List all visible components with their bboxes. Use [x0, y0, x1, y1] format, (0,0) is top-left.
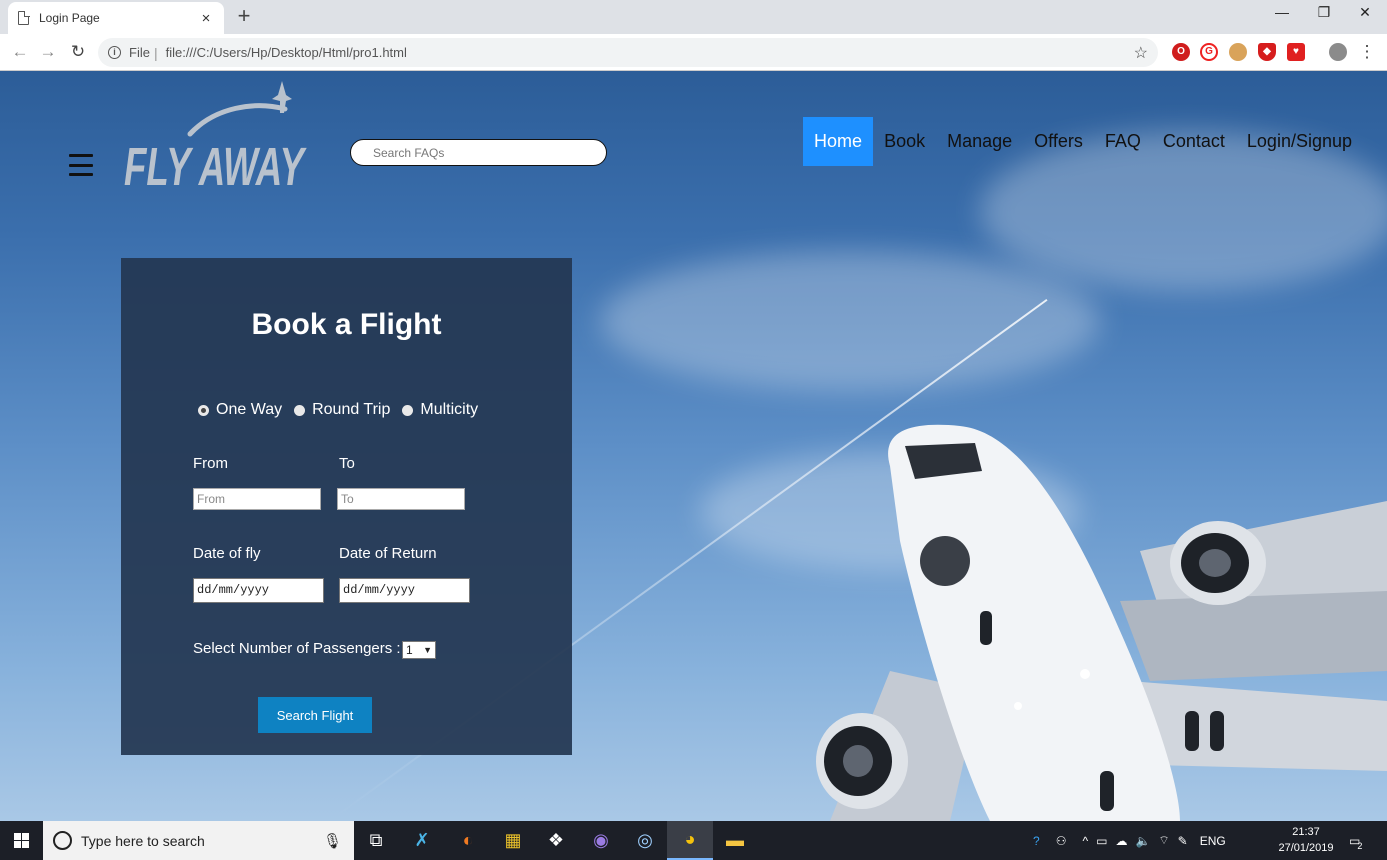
address-bar[interactable]: i File | file:///C:/Users/Hp/Desktop/Htm… — [98, 38, 1158, 67]
passengers-select[interactable]: 1 ▼ — [402, 641, 436, 659]
chevron-up-icon[interactable]: ^ — [1082, 834, 1088, 848]
app-icon-tool[interactable]: ✗ — [399, 821, 445, 860]
url-scheme: File — [129, 45, 150, 60]
reload-icon[interactable]: ↻ — [67, 41, 89, 63]
tab-close-icon[interactable]: × — [198, 10, 214, 27]
dropbox-icon[interactable]: ❖ — [533, 821, 579, 860]
booking-title: Book a Flight — [251, 308, 442, 341]
multicity-label[interactable]: Multicity — [420, 401, 478, 419]
battery-icon[interactable]: ▭ — [1096, 834, 1107, 848]
minimize-button[interactable]: — — [1267, 4, 1297, 20]
shield-extension-icon[interactable]: ◆ — [1258, 43, 1276, 61]
from-input[interactable] — [193, 488, 321, 510]
nav-login-signup[interactable]: Login/Signup — [1236, 117, 1363, 166]
to-input[interactable] — [337, 488, 465, 510]
url-text[interactable]: file:///C:/Users/Hp/Desktop/Html/pro1.ht… — [166, 45, 1134, 60]
eclipse-icon[interactable]: ◉ — [578, 821, 624, 860]
profile-avatar[interactable] — [1329, 43, 1347, 61]
trip-type-radio-group: One Way Round Trip Multicity — [198, 401, 490, 419]
page-icon — [18, 10, 30, 25]
new-tab-button[interactable]: + — [234, 4, 254, 28]
nav-contact[interactable]: Contact — [1152, 117, 1236, 166]
multicity-radio[interactable] — [402, 404, 414, 416]
browser-tab-strip: Login Page × + — ❐ ✕ — [0, 0, 1387, 34]
windows-taskbar: Type here to search 🎙 ⧉ ✗ ◐ ▦ ❖ ◉ ◎ ◕ ▬ … — [0, 821, 1387, 860]
search-faqs-input[interactable] — [350, 139, 607, 166]
date-of-fly-input[interactable]: dd/mm/yyyy — [193, 578, 324, 603]
round-trip-label[interactable]: Round Trip — [312, 401, 390, 419]
taskbar-search-placeholder: Type here to search — [81, 832, 205, 849]
taskbar-clock[interactable]: 21:37 27/01/2019 — [1276, 824, 1336, 856]
help-icon[interactable]: ? — [1033, 834, 1040, 848]
task-view-icon[interactable]: ⧉ — [353, 821, 399, 860]
booking-panel: Book a Flight One Way Round Trip Multici… — [121, 258, 572, 755]
taskbar-search-box[interactable]: Type here to search 🎙 — [43, 821, 354, 860]
system-tray: ? ⚇ ^ ▭ ☁ 🔈 ⌔ ✎ ENG — [1033, 821, 1226, 860]
pocket-extension-icon[interactable]: ♥ — [1287, 43, 1305, 61]
language-indicator[interactable]: ENG — [1200, 834, 1226, 848]
logo-text: FLY AWAY — [124, 137, 307, 191]
file-explorer-icon[interactable]: ▬ — [712, 821, 758, 860]
main-nav: Home Book Manage Offers FAQ Contact Logi… — [803, 117, 1363, 166]
nav-offers[interactable]: Offers — [1023, 117, 1094, 166]
nav-manage[interactable]: Manage — [936, 117, 1023, 166]
info-icon[interactable]: i — [108, 46, 121, 59]
nav-faq[interactable]: FAQ — [1094, 117, 1152, 166]
back-arrow-icon[interactable]: ← — [9, 41, 31, 63]
firefox-icon[interactable]: ◐ — [445, 821, 491, 860]
forward-arrow-icon[interactable]: → — [37, 41, 59, 63]
date-of-return-label: Date of Return — [339, 545, 437, 562]
microphone-icon[interactable]: 🎙 — [323, 832, 342, 850]
cloud-icon[interactable]: ☁ — [1115, 834, 1127, 848]
one-way-label[interactable]: One Way — [216, 401, 282, 419]
windows-logo-icon — [14, 833, 29, 848]
browser-tab[interactable]: Login Page × — [8, 2, 224, 34]
from-label: From — [193, 455, 228, 472]
menu-kebab-icon[interactable]: ⋮ — [1356, 41, 1378, 63]
pen-icon[interactable]: ✎ — [1178, 834, 1188, 848]
date-of-return-input[interactable]: dd/mm/yyyy — [339, 578, 470, 603]
nav-home[interactable]: Home — [803, 117, 874, 166]
cookie-extension-icon[interactable] — [1229, 43, 1247, 61]
volume-icon[interactable]: 🔈 — [1135, 834, 1150, 848]
passengers-value: 1 — [406, 643, 413, 657]
fly-away-logo[interactable]: FLY AWAY — [120, 79, 310, 197]
nav-book[interactable]: Book — [873, 117, 936, 166]
search-flight-button[interactable]: Search Flight — [258, 697, 372, 733]
action-center[interactable]: ▭ 2 — [1349, 821, 1362, 860]
notification-count: 2 — [1357, 840, 1363, 851]
people-icon[interactable]: ⚇ — [1056, 834, 1067, 848]
one-way-radio[interactable] — [198, 404, 209, 416]
to-label: To — [339, 455, 355, 472]
address-bar-row: ← → ↻ i File | file:///C:/Users/Hp/Deskt… — [0, 34, 1387, 71]
chrome-icon[interactable]: ◕ — [667, 821, 713, 860]
cortana-icon — [53, 831, 72, 850]
clock-time: 21:37 — [1292, 826, 1320, 838]
page-background: FLY AWAY Home Book Manage Offers FAQ Con… — [0, 71, 1387, 821]
date-of-fly-label: Date of fly — [193, 545, 261, 562]
grammar-extension-icon[interactable]: G — [1200, 43, 1218, 61]
maximize-button[interactable]: ❐ — [1309, 4, 1339, 21]
close-window-button[interactable]: ✕ — [1350, 4, 1380, 21]
office-icon[interactable]: ▦ — [490, 821, 536, 860]
url-separator: | — [153, 44, 158, 61]
hamburger-menu-icon[interactable] — [69, 154, 93, 176]
tab-title: Login Page — [39, 11, 100, 25]
bookmark-star-icon[interactable]: ☆ — [1134, 43, 1148, 63]
start-button[interactable] — [0, 821, 43, 860]
wifi-icon[interactable]: ⌔ — [1158, 833, 1169, 848]
passengers-label: Select Number of Passengers : — [193, 640, 401, 657]
dropdown-arrow-icon: ▼ — [423, 645, 432, 655]
round-trip-radio[interactable] — [294, 404, 306, 416]
opera-extension-icon[interactable]: O — [1172, 43, 1190, 61]
app-icon-globe[interactable]: ◎ — [622, 821, 668, 860]
clock-date: 27/01/2019 — [1278, 842, 1334, 854]
